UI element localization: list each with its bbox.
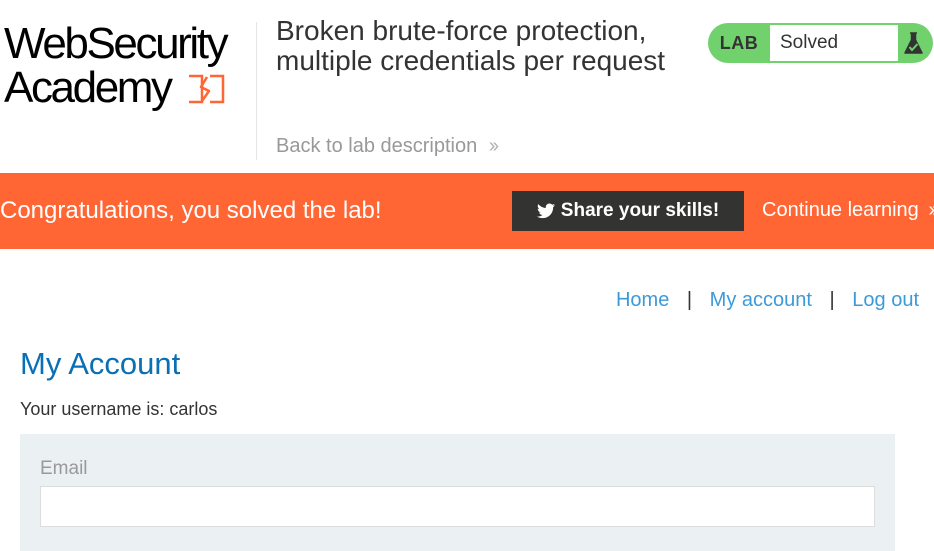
email-label: Email xyxy=(40,458,88,479)
email-form: Email xyxy=(20,434,895,551)
chevron-double-right-icon: ›› xyxy=(488,135,499,157)
back-to-lab-description-link[interactable]: Back to lab description ›› xyxy=(276,135,499,158)
twitter-icon xyxy=(536,203,555,219)
logo-mark-icon xyxy=(189,74,225,104)
share-skills-button[interactable]: Share your skills! xyxy=(512,191,744,231)
logo[interactable]: WebSecurity Academy xyxy=(4,20,254,115)
chevron-double-right-icon: ›› xyxy=(928,199,934,221)
lab-status-badge: LAB Solved xyxy=(708,23,933,63)
solved-banner: Congratulations, you solved the lab! Sha… xyxy=(0,173,934,249)
share-skills-label: Share your skills! xyxy=(560,200,720,221)
congratulations-message: Congratulations, you solved the lab! xyxy=(0,197,382,224)
nav-my-account-link[interactable]: My account xyxy=(710,289,812,311)
username-text: Your username is: carlos xyxy=(20,399,218,419)
page-title: My Account xyxy=(20,346,181,381)
nav-home-link[interactable]: Home xyxy=(616,289,669,311)
back-link-label: Back to lab description xyxy=(276,135,478,157)
logo-line2: Academy xyxy=(4,63,173,112)
nav-separator: | xyxy=(829,289,835,311)
flask-icon xyxy=(898,25,929,61)
nav-log-out-link[interactable]: Log out xyxy=(852,289,919,311)
account-nav: Home | My account | Log out xyxy=(616,288,919,312)
continue-learning-link[interactable]: Continue learning ›› xyxy=(762,197,934,223)
lab-state: Solved xyxy=(770,25,898,61)
header-divider xyxy=(256,22,257,160)
header: WebSecurity Academy Broken brute-force p… xyxy=(0,0,934,172)
email-input[interactable] xyxy=(40,486,875,527)
logo-line1: WebSecurity xyxy=(4,19,229,68)
lab-title: Broken brute-force protection, multiple … xyxy=(276,15,666,76)
lab-tag: LAB xyxy=(719,33,759,53)
continue-learning-label: Continue learning xyxy=(762,199,919,221)
nav-separator: | xyxy=(686,289,693,311)
